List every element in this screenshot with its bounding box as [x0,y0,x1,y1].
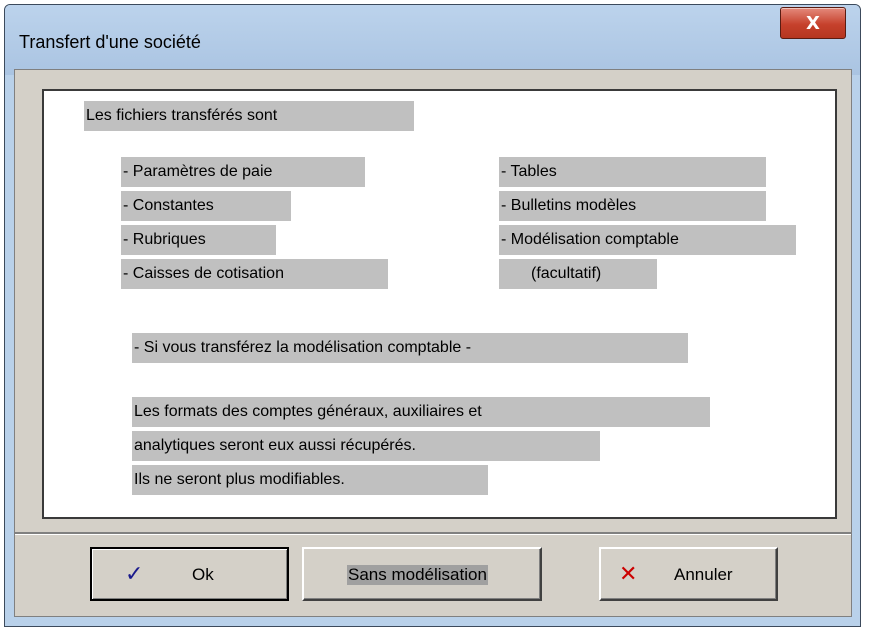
window-title: Transfert d'une société [19,32,201,52]
cancel-button[interactable]: ✕ Annuler [599,547,778,601]
sans-modelisation-label: Sans modélisation [347,565,488,585]
warning-heading: - Si vous transférez la modélisation com… [132,333,688,363]
sans-modelisation-button[interactable]: Sans modélisation [302,547,542,601]
cancel-label: Annuler [674,565,733,584]
intro-label: Les fichiers transférés sont [84,101,414,131]
close-icon: X [806,12,820,34]
checkmark-icon: ✓ [125,562,144,587]
close-button[interactable]: X [780,7,846,39]
ok-label: Ok [192,565,214,584]
separator-line [15,532,851,535]
right-list-item: - Modélisation comptable [499,225,796,255]
title-bar[interactable]: Transfert d'une société X [5,5,860,75]
left-list-item: - Constantes [121,191,291,221]
dialog-body: Les fichiers transférés sont - Paramètre… [14,69,852,617]
ok-button[interactable]: ✓ Ok [90,547,289,601]
left-list-item: - Paramètres de paie [121,157,365,187]
info-panel: Les fichiers transférés sont - Paramètre… [42,89,837,519]
warning-line: analytiques seront eux aussi récupérés. [132,431,600,461]
left-list-item: - Caisses de cotisation [121,259,388,289]
left-list-item: - Rubriques [121,225,276,255]
right-list-item: - Bulletins modèles [499,191,766,221]
right-list-item: - Tables [499,157,766,187]
right-list-item: (facultatif) [499,259,657,289]
dialog-window: Transfert d'une société X Les fichiers t… [4,4,861,627]
warning-line: Ils ne seront plus modifiables. [132,465,488,495]
warning-line: Les formats des comptes généraux, auxili… [132,397,710,427]
cross-icon: ✕ [619,562,638,587]
